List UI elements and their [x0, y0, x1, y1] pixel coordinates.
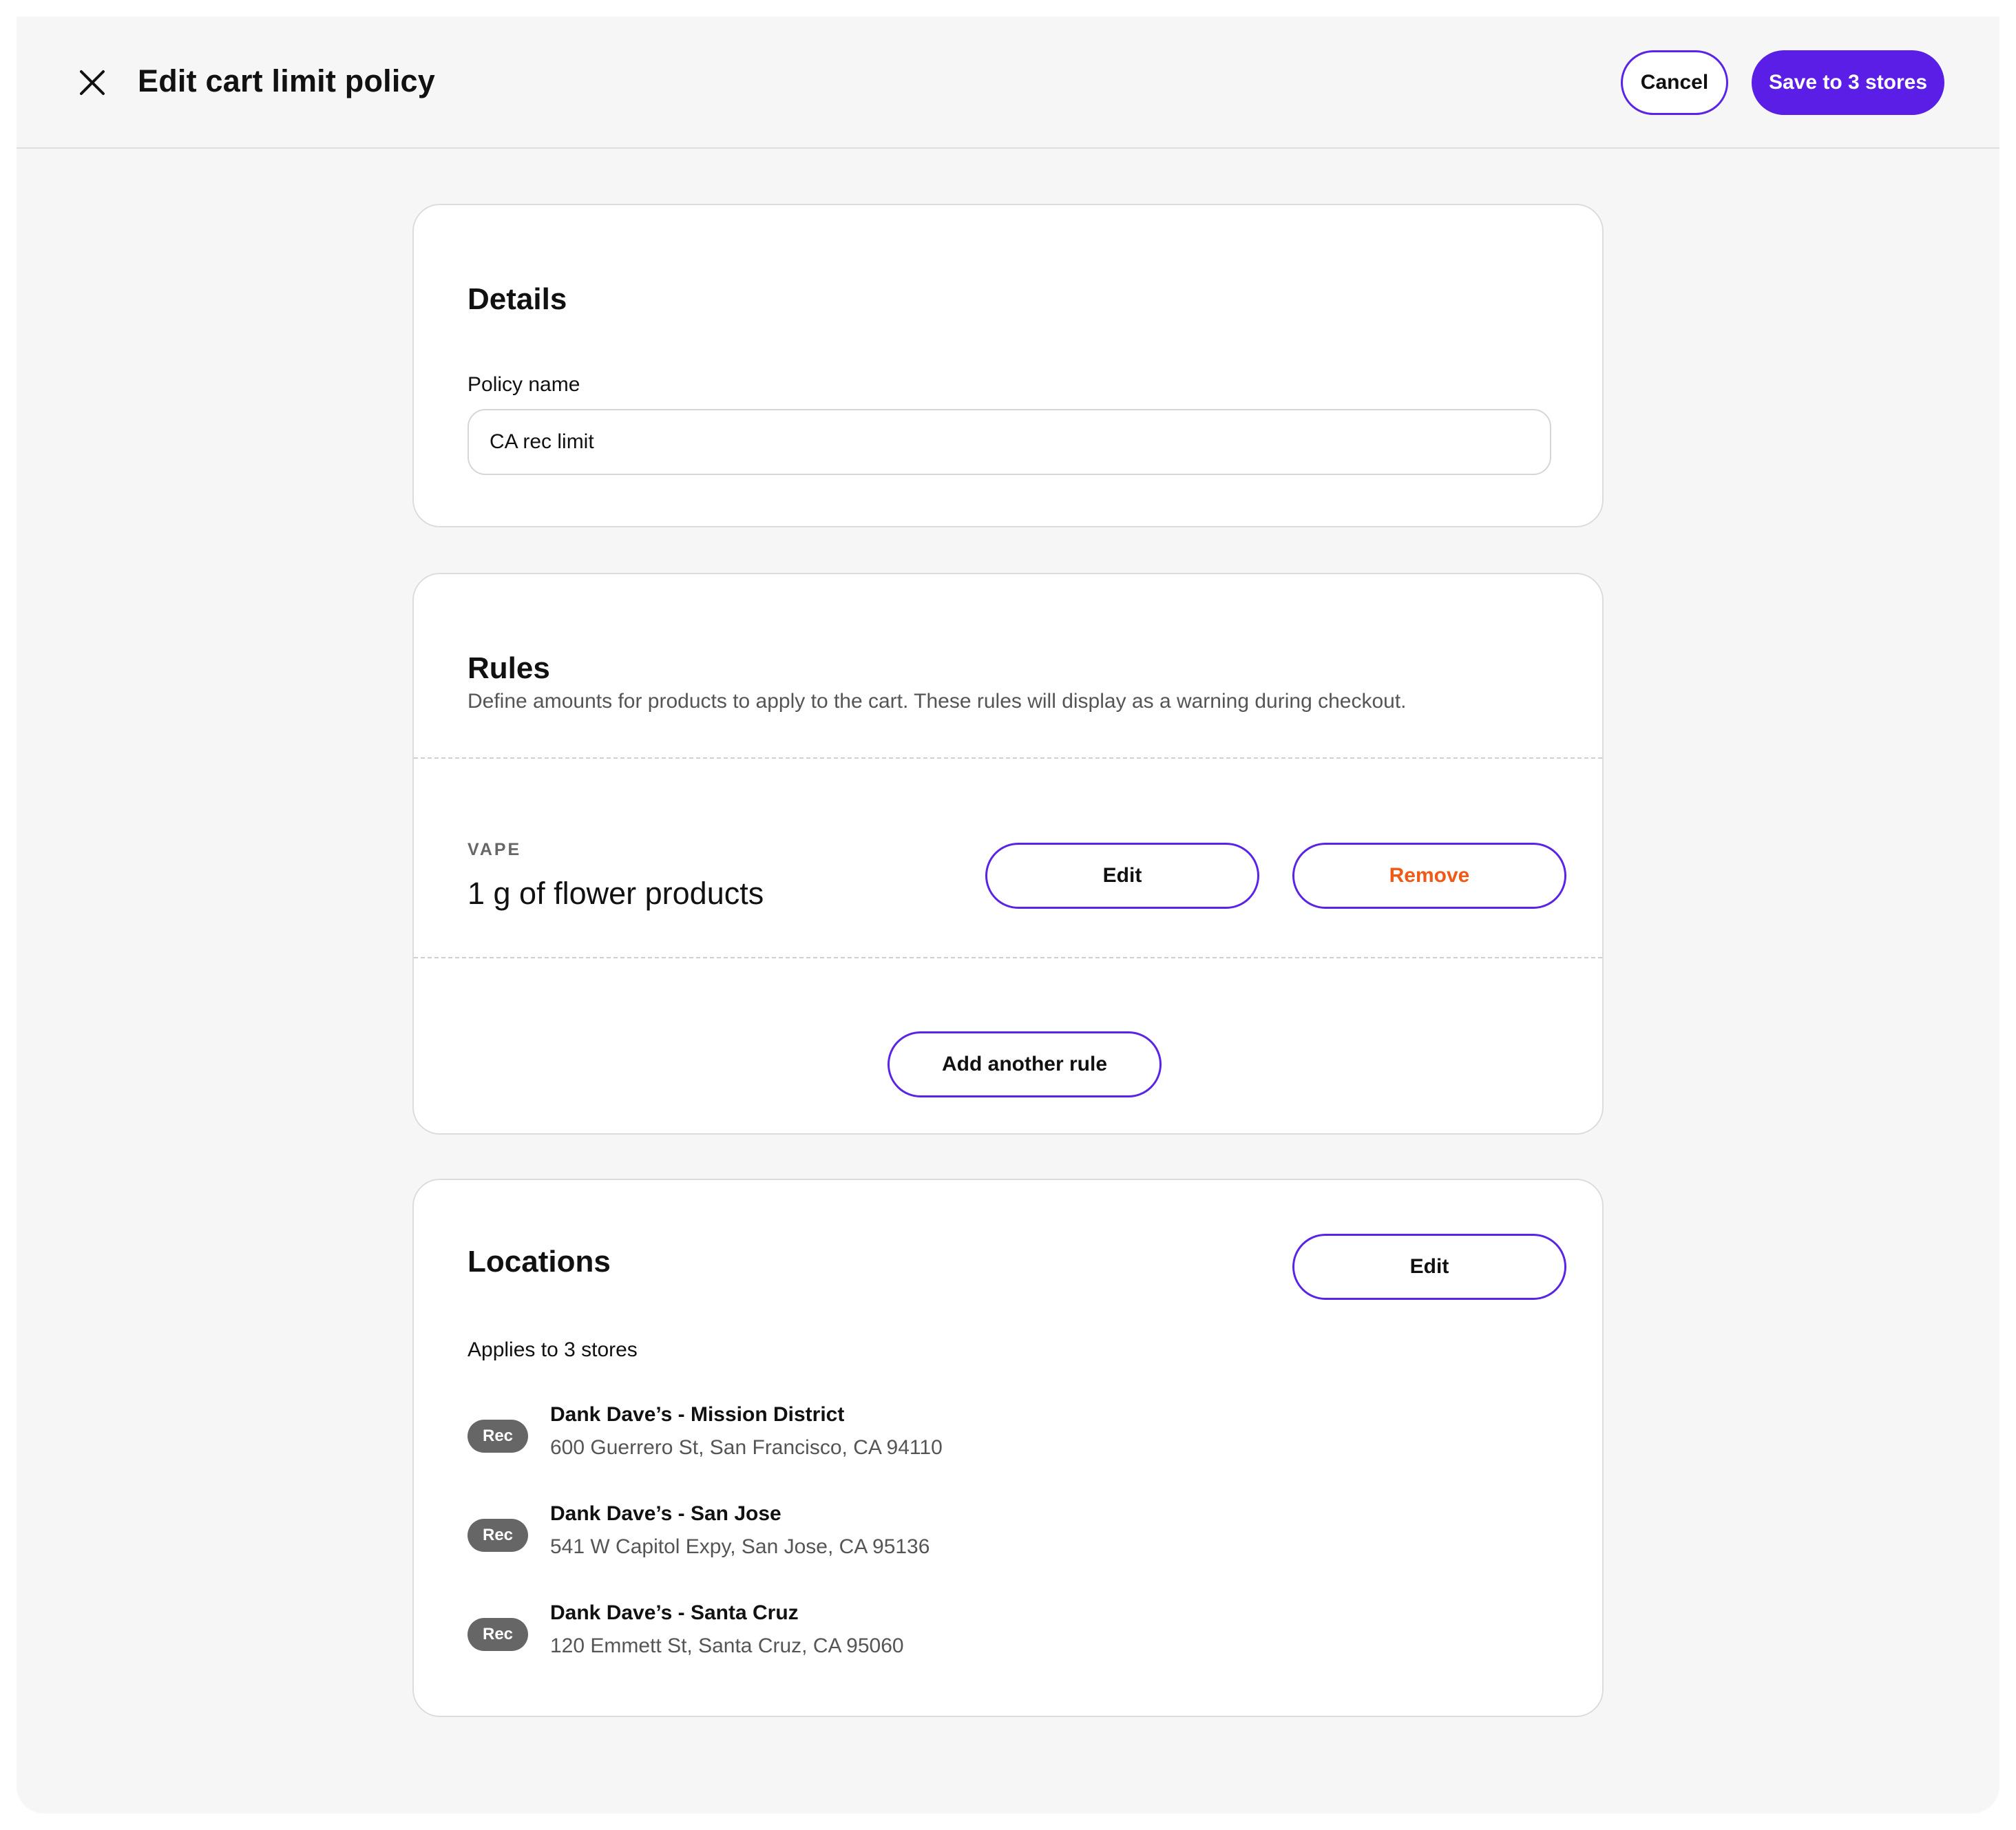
close-icon	[80, 70, 105, 95]
save-button[interactable]: Save to 3 stores	[1752, 50, 1944, 115]
status-badge: Rec	[468, 1420, 528, 1453]
status-badge: Rec	[468, 1618, 528, 1651]
policy-name-input[interactable]	[468, 409, 1551, 475]
rule-remove-button[interactable]: Remove	[1292, 843, 1566, 909]
rules-description: Define amounts for products to apply to …	[468, 690, 1407, 713]
store-name: Dank Dave’s - Santa Cruz	[550, 1601, 799, 1624]
store-item: Rec Dank Dave’s - Mission District 600 G…	[468, 1403, 1294, 1472]
store-name: Dank Dave’s - Mission District	[550, 1403, 845, 1426]
details-card: Details Policy name	[412, 204, 1604, 527]
rules-title: Rules	[468, 651, 550, 685]
cancel-button[interactable]: Cancel	[1621, 50, 1728, 115]
locations-title: Locations	[468, 1245, 611, 1279]
rule-description: 1 g of flower products	[468, 876, 764, 911]
divider	[414, 957, 1602, 958]
locations-edit-button[interactable]: Edit	[1292, 1234, 1566, 1300]
applies-text: Applies to 3 stores	[468, 1338, 638, 1361]
details-title: Details	[468, 282, 567, 316]
policy-name-label: Policy name	[468, 373, 580, 396]
store-address: 120 Emmett St, Santa Cruz, CA 95060	[550, 1634, 904, 1657]
store-address: 600 Guerrero St, San Francisco, CA 94110	[550, 1436, 943, 1459]
rule-category: VAPE	[468, 840, 522, 859]
store-item: Rec Dank Dave’s - Santa Cruz 120 Emmett …	[468, 1601, 1294, 1670]
store-item: Rec Dank Dave’s - San Jose 541 W Capitol…	[468, 1502, 1294, 1571]
header-bar: Edit cart limit policy Cancel Save to 3 …	[17, 17, 1999, 149]
store-address: 541 W Capitol Expy, San Jose, CA 95136	[550, 1535, 930, 1558]
rule-edit-button[interactable]: Edit	[985, 843, 1259, 909]
close-button[interactable]	[74, 65, 110, 101]
divider	[414, 757, 1602, 759]
store-name: Dank Dave’s - San Jose	[550, 1502, 781, 1525]
add-rule-button[interactable]: Add another rule	[888, 1031, 1162, 1097]
rules-card: Rules Define amounts for products to app…	[412, 573, 1604, 1135]
page-title: Edit cart limit policy	[138, 63, 435, 98]
status-badge: Rec	[468, 1519, 528, 1552]
locations-card: Locations Edit Applies to 3 stores Rec D…	[412, 1179, 1604, 1717]
page-frame: Edit cart limit policy Cancel Save to 3 …	[17, 17, 1999, 1813]
